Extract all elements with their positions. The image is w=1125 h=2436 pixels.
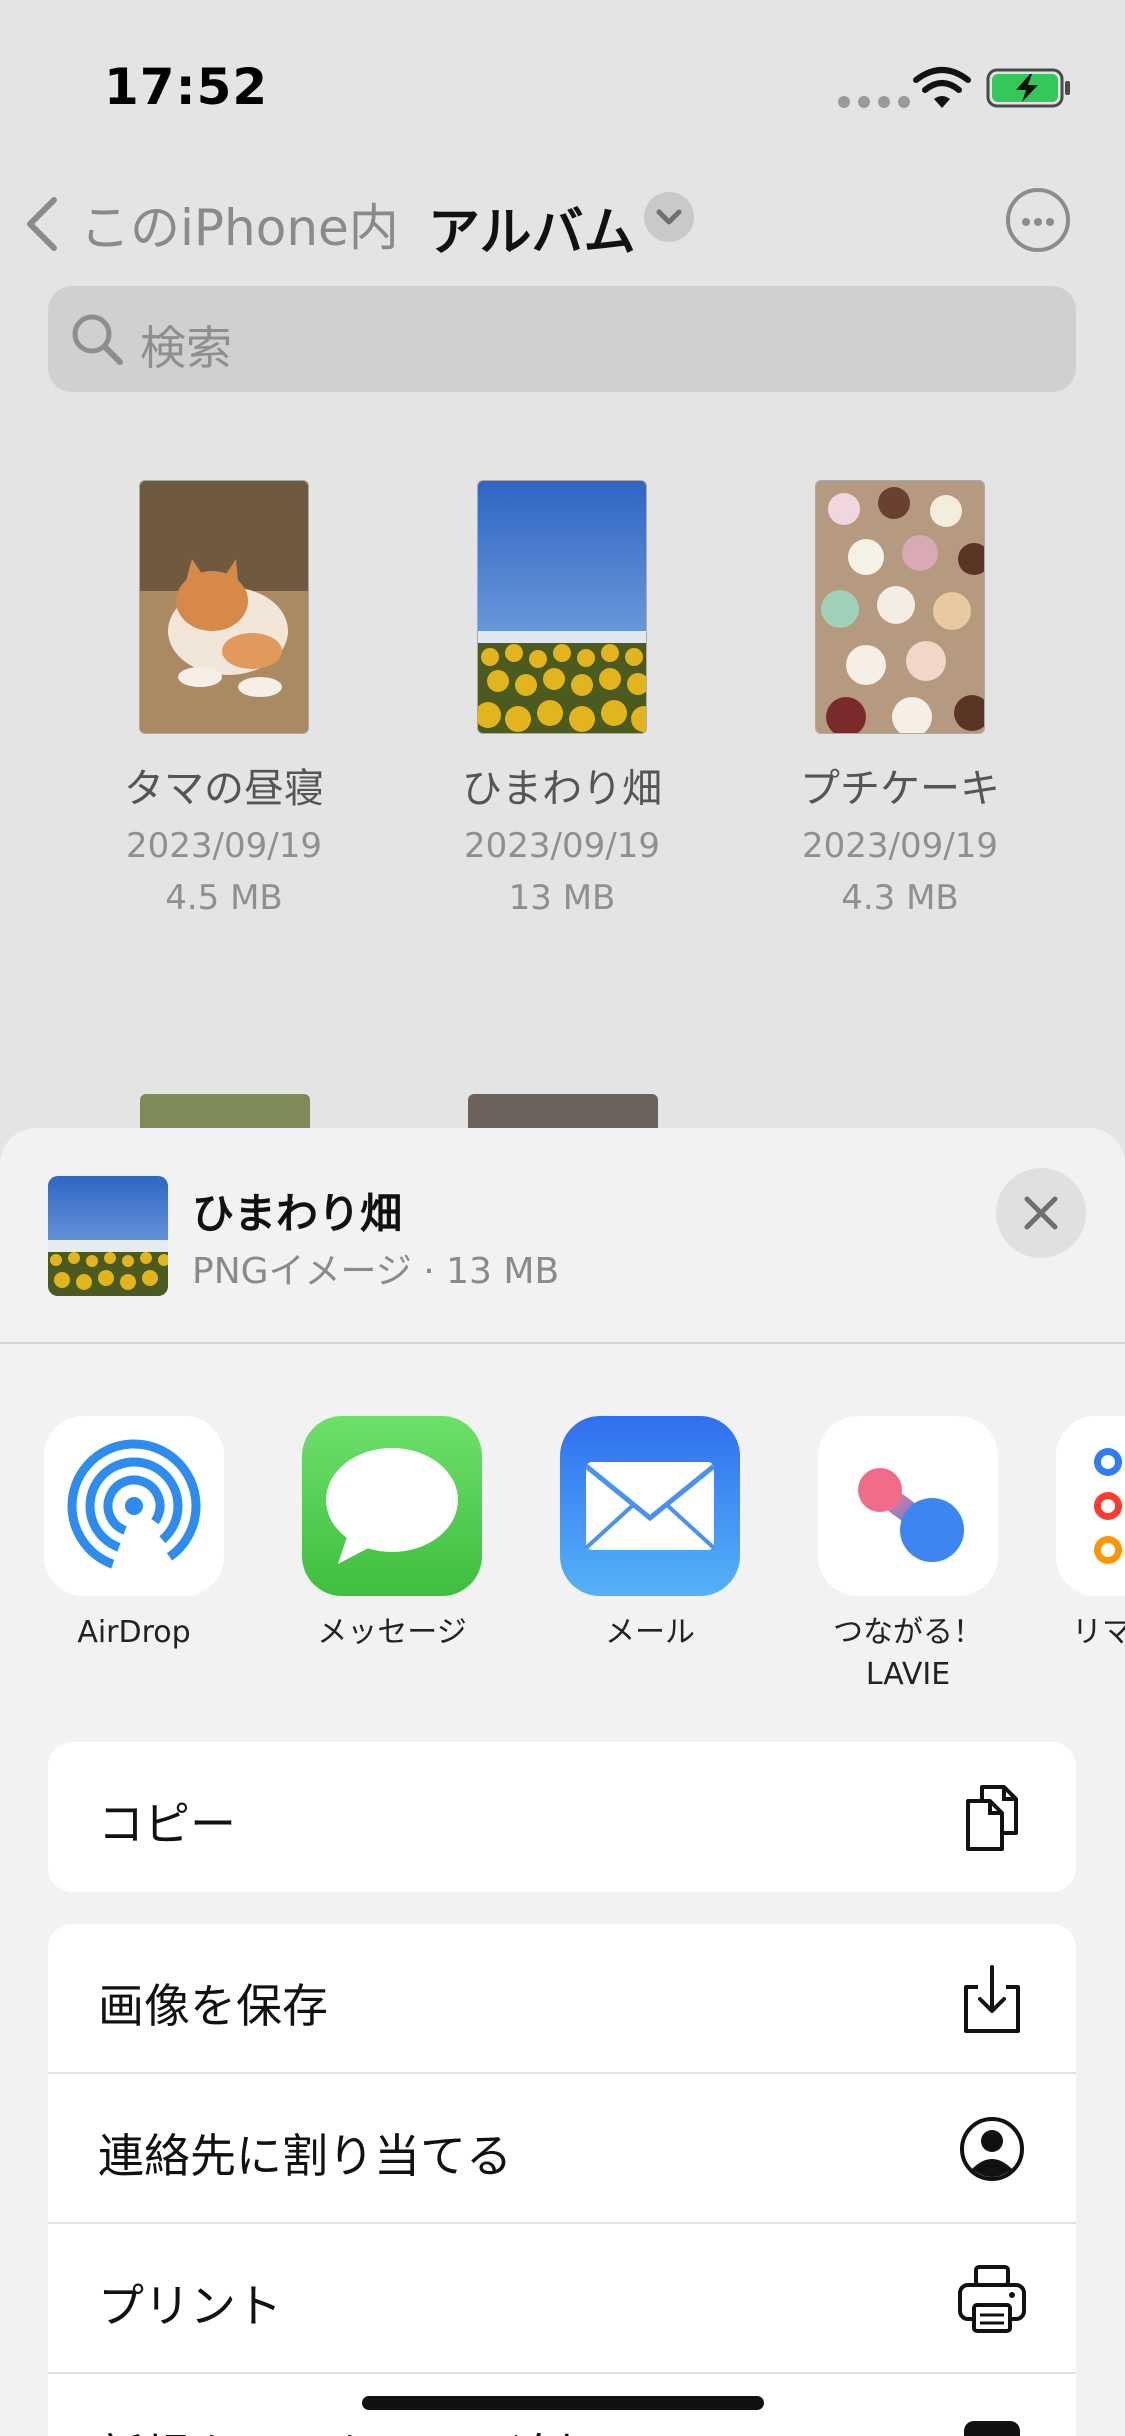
share-app-airdrop[interactable]: AirDrop [24,1416,244,1654]
airdrop-icon [44,1416,224,1596]
chevron-down-icon [656,209,682,225]
assign-contact-icon [960,2117,1024,2181]
share-app-reminders[interactable]: リマ [1056,1416,1125,1654]
close-icon [1024,1196,1058,1230]
share-sheet-header: ひまわり畑 PNGイメージ · 13 MB [0,1128,1125,1344]
share-sheet: ひまわり畑 PNGイメージ · 13 MB AirDrop メッセージ メール … [0,1128,1125,2436]
file-name: ひまわり畑 [462,766,662,812]
file-name: プチケーキ [800,766,1000,812]
navigation-bar: このiPhone内 アルバム [0,160,1125,270]
shared-file-title: ひまわり畑 [192,1189,403,1238]
share-app-row: AirDrop メッセージ メール つながる！ LAVIE リマ [0,1416,1125,1706]
cellular-signal-icon [838,96,910,108]
cupcake-thumbnail-image [816,481,984,733]
home-indicator [362,2396,764,2410]
file-date: 2023/09/19 [464,826,660,866]
cat-thumbnail-image [140,481,308,733]
file-item[interactable]: プチケーキ 2023/09/19 4.3 MB [750,480,1050,918]
action-group-main: 画像を保存 連絡先に割り当てる プリント [48,1924,1076,2436]
file-thumbnail [477,480,647,734]
save-image-icon [964,1965,1020,2033]
files-app-background: 17:52 このiPhone内 アルバム 検索 タマの昼寝 2023/09/19… [0,0,1125,1160]
chevron-left-icon [27,197,57,251]
shared-file-thumbnail [48,1176,168,1296]
file-size: 4.3 MB [841,878,959,918]
back-button[interactable]: このiPhone内 [22,188,399,260]
action-label: コピー [98,1797,236,1851]
share-app-mail[interactable]: メール [540,1416,760,1654]
reminders-icon [1056,1416,1125,1596]
action-label: 画像を保存 [98,1979,328,2033]
file-thumbnail [815,480,985,734]
page-title[interactable]: アルバム [428,190,635,265]
action-label: 新規クイックメモに追加 [98,2420,602,2436]
battery-charging-icon [986,68,1070,108]
app-label: リマ [1072,1615,1125,1650]
file-date: 2023/09/19 [126,826,322,866]
more-options-button[interactable] [1006,188,1070,252]
shared-file-subtitle: PNGイメージ · 13 MB [192,1251,560,1292]
sunflower-thumbnail-image [48,1176,168,1296]
wifi-icon [913,67,971,108]
action-save-image[interactable]: 画像を保存 [48,1924,1076,2074]
share-app-lavie[interactable]: つながる！ LAVIE [798,1416,1018,1696]
close-button[interactable] [996,1168,1086,1258]
action-label: プリント [98,2279,282,2333]
print-icon [958,2265,1026,2333]
file-size: 13 MB [508,878,616,918]
status-bar: 17:52 [0,0,1125,140]
status-time: 17:52 [104,58,269,116]
file-item[interactable]: ひまわり畑 2023/09/19 13 MB [412,480,712,918]
action-copy[interactable]: コピー [48,1742,1076,1892]
action-print[interactable]: プリント [48,2224,1076,2374]
app-label: つながる！ LAVIE [833,1615,983,1692]
app-label: メッセージ [317,1615,467,1650]
mail-icon [560,1416,740,1596]
action-label: 連絡先に割り当てる [98,2129,512,2183]
quick-note-icon [964,2421,1020,2436]
file-item[interactable]: タマの昼寝 2023/09/19 4.5 MB [74,480,374,918]
search-placeholder: 検索 [140,321,232,375]
action-group-copy: コピー [48,1742,1076,1892]
sunflower-thumbnail-image [478,481,646,733]
file-thumbnail [139,480,309,734]
messages-icon [302,1416,482,1596]
title-menu-button[interactable] [644,192,694,242]
file-date: 2023/09/19 [802,826,998,866]
copy-icon [966,1785,1018,1851]
app-label: メール [605,1615,695,1650]
file-name: タマの昼寝 [124,766,324,812]
search-field[interactable]: 検索 [48,286,1076,392]
action-assign-contact[interactable]: 連絡先に割り当てる [48,2074,1076,2224]
back-label: このiPhone内 [80,199,399,257]
file-size: 4.5 MB [165,878,283,918]
search-icon [72,314,123,365]
app-label: AirDrop [77,1615,191,1650]
lavie-icon [818,1416,998,1596]
share-app-messages[interactable]: メッセージ [282,1416,502,1654]
